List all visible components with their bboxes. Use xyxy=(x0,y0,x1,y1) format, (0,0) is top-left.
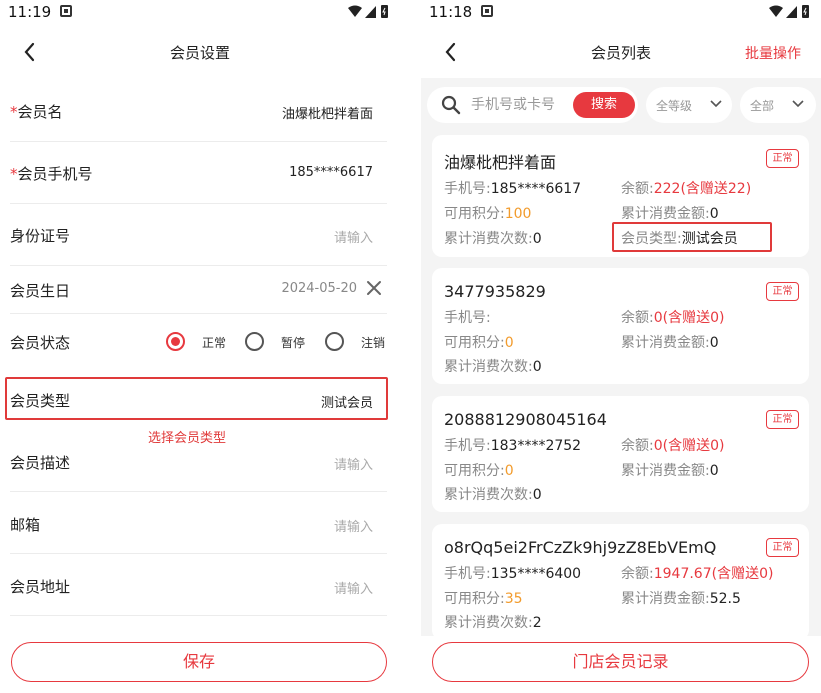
member-points: 可用积分:100 xyxy=(444,206,532,222)
status-radio-cancelled[interactable] xyxy=(325,332,344,351)
member-phone: 手机号:135****6400 xyxy=(444,566,582,582)
email-input[interactable]: 请输入 xyxy=(334,516,373,535)
member-name-label: *会员名 xyxy=(10,103,63,121)
status-badge: 正常 xyxy=(766,149,799,168)
chevron-down-icon xyxy=(710,100,722,108)
level-filter-label: 全等级 xyxy=(656,99,693,113)
member-points: 可用积分:35 xyxy=(444,591,523,607)
search-bar: 搜索 xyxy=(427,87,638,123)
search-button[interactable]: 搜索 xyxy=(573,92,635,118)
member-type-highlight xyxy=(612,222,772,252)
member-list-screen: 11:18 会员列表 批量操作 搜索 全等级 全部 xyxy=(421,0,821,693)
member-name: o8rQq5ei2FrCzZk9hj9zZ8EbVEmQ xyxy=(444,538,717,557)
status-bar: 11:19 xyxy=(0,0,400,26)
member-type-row[interactable]: 会员类型 测试会员 xyxy=(10,379,387,419)
member-total-count: 累计消费次数:0 xyxy=(444,231,542,247)
member-card[interactable]: 3477935829 正常 手机号: 余额:0(含赠送0) 可用积分:0 累计消… xyxy=(432,268,809,384)
signal-battery-icon xyxy=(769,5,809,18)
id-card-label: 身份证号 xyxy=(10,227,71,245)
id-card-input[interactable]: 请输入 xyxy=(334,227,373,246)
member-total-amount: 累计消费金额:52.5 xyxy=(621,591,741,607)
nav-bar: 会员设置 xyxy=(0,26,400,78)
member-total-count: 累计消费次数:0 xyxy=(444,487,542,503)
member-balance: 余额:222(含赠送22) xyxy=(621,181,752,197)
notification-icon xyxy=(481,5,493,17)
address-input[interactable]: 请输入 xyxy=(334,578,373,597)
member-name: 3477935829 xyxy=(444,282,546,301)
member-balance: 余额:1947.67(含赠送0) xyxy=(621,566,774,582)
member-name-value: 油爆枇杷拌着面 xyxy=(281,107,373,122)
store-member-records-button[interactable]: 门店会员记录 xyxy=(432,642,809,682)
member-phone-value: 185****6617 xyxy=(289,165,373,180)
status-filter-label: 全部 xyxy=(750,99,775,113)
email-row[interactable]: 邮箱 请输入 xyxy=(10,492,387,554)
status-bar: 11:18 xyxy=(421,0,821,26)
member-name-row[interactable]: *会员名 油爆枇杷拌着面 xyxy=(10,80,387,142)
member-phone-label: *会员手机号 xyxy=(10,165,93,183)
member-phone-row[interactable]: *会员手机号 185****6617 xyxy=(10,142,387,204)
signal-battery-icon xyxy=(348,5,388,18)
search-icon xyxy=(441,95,461,115)
nav-bar: 会员列表 批量操作 xyxy=(421,26,821,78)
member-type-label: 会员类型 xyxy=(10,392,71,410)
member-card[interactable]: 2088812908045164 正常 手机号:183****2752 余额:0… xyxy=(432,396,809,512)
member-points: 可用积分:0 xyxy=(444,463,514,479)
status-radio-normal[interactable] xyxy=(166,332,185,351)
status-time: 11:19 xyxy=(8,3,52,21)
member-name: 油爆枇杷拌着面 xyxy=(444,153,557,172)
id-card-row[interactable]: 身份证号 请输入 xyxy=(10,204,387,266)
address-label: 会员地址 xyxy=(10,578,71,596)
member-phone: 手机号:183****2752 xyxy=(444,438,582,454)
notification-icon xyxy=(60,5,72,17)
status-option-cancelled: 注销 xyxy=(361,336,386,350)
birthday-label: 会员生日 xyxy=(10,282,71,300)
member-total-amount: 累计消费金额:0 xyxy=(621,463,719,479)
batch-operation-button[interactable]: 批量操作 xyxy=(745,43,801,63)
member-type-hint: 选择会员类型 xyxy=(148,431,227,446)
clear-icon[interactable] xyxy=(366,280,382,296)
member-total-amount: 累计消费金额:0 xyxy=(621,206,719,222)
status-time: 11:18 xyxy=(429,3,473,21)
status-badge: 正常 xyxy=(766,410,799,429)
email-label: 邮箱 xyxy=(10,516,41,534)
level-filter-dropdown[interactable]: 全等级 xyxy=(646,87,732,123)
member-total-count: 累计消费次数:0 xyxy=(444,359,542,375)
save-button[interactable]: 保存 xyxy=(11,642,387,682)
status-option-normal: 正常 xyxy=(202,336,227,350)
member-phone: 手机号: xyxy=(444,310,491,326)
search-input[interactable] xyxy=(471,95,571,115)
member-desc-input[interactable]: 请输入 xyxy=(334,454,373,473)
address-row[interactable]: 会员地址 请输入 xyxy=(10,554,387,616)
status-badge: 正常 xyxy=(766,282,799,301)
birthday-value[interactable]: 2024-05-20 xyxy=(281,281,357,296)
status-option-paused: 暂停 xyxy=(281,336,306,350)
member-name: 2088812908045164 xyxy=(444,410,607,429)
chevron-down-icon xyxy=(792,100,804,108)
member-total-amount: 累计消费金额:0 xyxy=(621,335,719,351)
member-points: 可用积分:0 xyxy=(444,335,514,351)
page-title: 会员设置 xyxy=(169,44,230,62)
member-phone: 手机号:185****6617 xyxy=(444,181,582,197)
member-card[interactable]: o8rQq5ei2FrCzZk9hj9zZ8EbVEmQ 正常 手机号:135*… xyxy=(432,524,809,640)
status-radio-paused[interactable] xyxy=(245,332,264,351)
member-desc-row[interactable]: 会员描述 请输入 xyxy=(10,446,387,492)
member-status-row: 会员状态 正常 暂停 注销 xyxy=(10,314,387,370)
member-settings-screen: 11:19 会员设置 *会员名 油爆枇杷拌着面 *会员手机号 185****66… xyxy=(0,0,400,693)
member-desc-label: 会员描述 xyxy=(10,454,71,472)
member-balance: 余额:0(含赠送0) xyxy=(621,438,725,454)
status-filter-dropdown[interactable]: 全部 xyxy=(740,87,816,123)
member-balance: 余额:0(含赠送0) xyxy=(621,310,725,326)
status-badge: 正常 xyxy=(766,538,799,557)
member-type-value[interactable]: 测试会员 xyxy=(321,392,373,411)
member-total-count: 累计消费次数:2 xyxy=(444,615,542,631)
birthday-row[interactable]: 会员生日 2024-05-20 xyxy=(10,266,387,314)
member-status-label: 会员状态 xyxy=(10,334,71,352)
